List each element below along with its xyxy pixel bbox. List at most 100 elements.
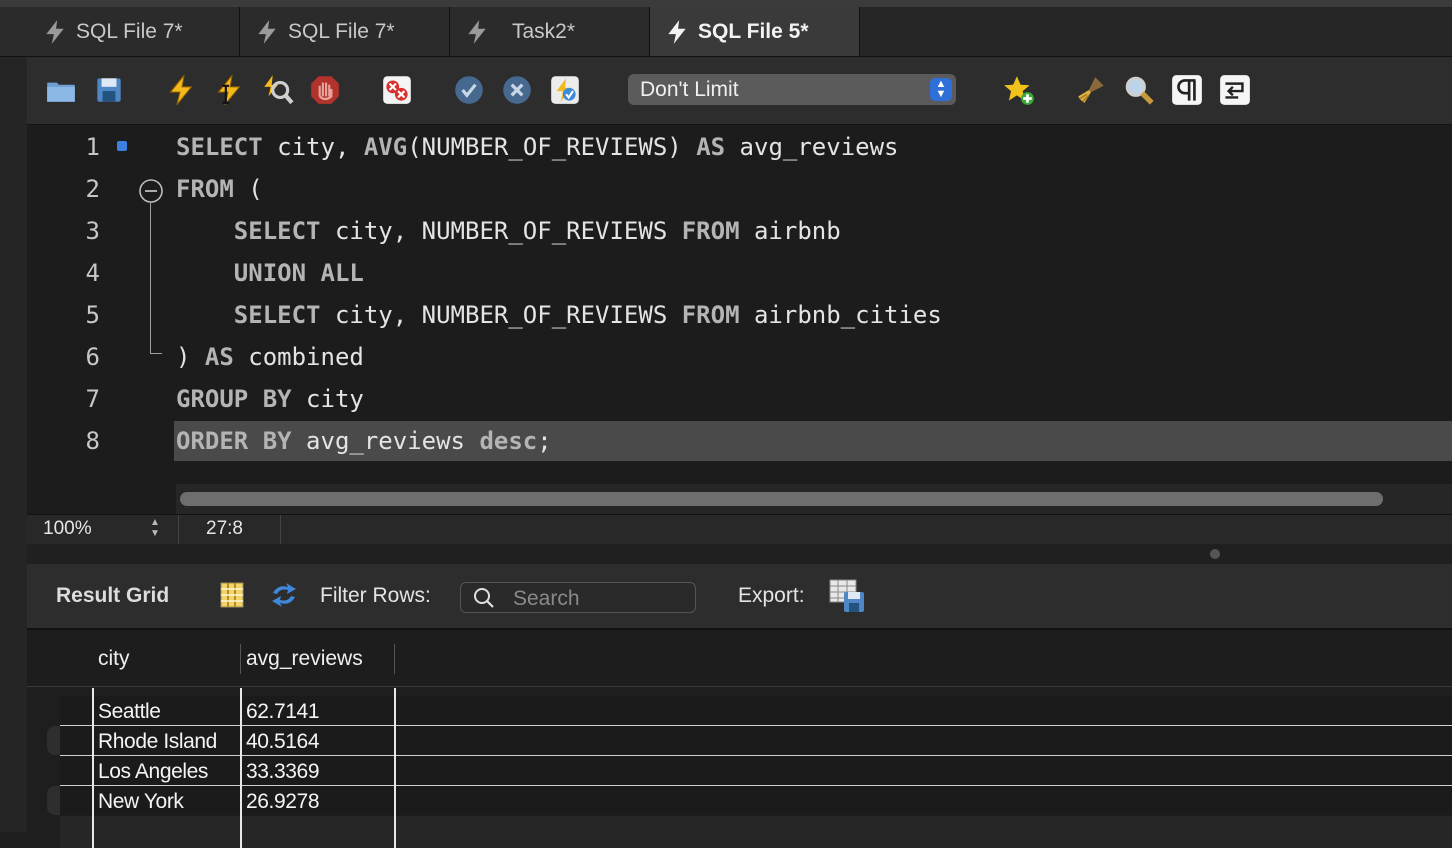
code-text: SELECT city, NUMBER_OF_REVIEWS FROM airb… (176, 294, 942, 336)
code-line[interactable]: 3 SELECT city, NUMBER_OF_REVIEWS FROM ai… (27, 210, 1452, 252)
limit-rows-select[interactable]: Don't Limit ▲ ▼ (628, 74, 956, 105)
lightning-icon (664, 19, 690, 45)
sql-text: city (291, 385, 364, 413)
filter-rows-search[interactable] (460, 582, 696, 613)
cell-avg-reviews[interactable]: 40.5164 (241, 726, 320, 755)
result-grid-title[interactable]: Result Grid (56, 584, 169, 608)
beautify-icon[interactable] (1074, 73, 1108, 107)
zoom-stepper[interactable]: ▲ ▼ (145, 517, 165, 541)
refresh-icon[interactable] (269, 580, 299, 610)
grid-layout-icon[interactable] (217, 580, 247, 610)
code-line[interactable]: 8 ORDER BY avg_reviews desc; (27, 420, 1452, 462)
table-row[interactable]: Rhode Island 40.5164 (60, 726, 1452, 756)
bookmark-icon[interactable] (1002, 73, 1036, 107)
tab-sql-file-7-b[interactable]: SQL File 7* (240, 7, 450, 56)
sql-text: (NUMBER_OF_REVIEWS) (407, 133, 697, 161)
sql-text: city, NUMBER_OF_REVIEWS (320, 301, 682, 329)
invisible-chars-icon[interactable] (1170, 73, 1204, 107)
sql-text: city, NUMBER_OF_REVIEWS (320, 217, 682, 245)
row-selector[interactable] (47, 726, 61, 755)
sql-text: avg_reviews (725, 133, 899, 161)
explain-icon[interactable] (260, 73, 294, 107)
rollback-icon[interactable] (500, 73, 534, 107)
code-line[interactable]: 5 SELECT city, NUMBER_OF_REVIEWS FROM ai… (27, 294, 1452, 336)
cell-city[interactable]: Rhode Island (93, 726, 217, 755)
fold-collapse-icon[interactable] (138, 178, 164, 204)
sql-text: combined (233, 343, 364, 371)
cell-city[interactable]: Seattle (93, 696, 161, 725)
sql-keyword: FROM (681, 301, 740, 329)
splitter-handle[interactable] (1210, 549, 1220, 559)
code-line[interactable]: 4 UNION ALL (27, 252, 1452, 294)
line-number: 4 (85, 259, 100, 287)
find-icon[interactable] (1122, 73, 1156, 107)
sql-keyword: SELECT (233, 217, 321, 245)
sql-keyword: AVG (363, 133, 408, 161)
tab-label: SQL File 7* (76, 19, 183, 43)
sql-text: airbnb_cities (739, 301, 942, 329)
column-header-city[interactable]: city (93, 644, 130, 688)
table-row[interactable]: Seattle 62.7141 (60, 696, 1452, 726)
line-number: 1 (85, 133, 100, 161)
sql-text: avg_reviews (291, 427, 480, 455)
line-number: 2 (85, 175, 100, 203)
result-grid[interactable]: city avg_reviews Seattle 62.7141 Rhode I… (27, 630, 1452, 848)
column-divider[interactable] (394, 644, 395, 674)
folder-icon[interactable] (44, 73, 78, 107)
sql-keyword: desc (479, 427, 538, 455)
export-icon[interactable] (828, 578, 866, 614)
sql-editor[interactable]: 1 SELECT city, AVG(NUMBER_OF_REVIEWS) AS … (27, 126, 1452, 514)
column-line (394, 688, 396, 848)
filter-rows-label: Filter Rows: (320, 584, 431, 607)
cell-city[interactable]: New York (93, 786, 184, 815)
code-text: UNION ALL (176, 252, 364, 294)
lightning-icon (42, 19, 68, 45)
cell-avg-reviews[interactable]: 26.9278 (241, 786, 320, 815)
lightning-icon (464, 19, 490, 45)
code-line[interactable]: 7 GROUP BY city (27, 378, 1452, 420)
status-divider (178, 515, 179, 545)
panel-splitter[interactable] (27, 544, 1452, 564)
commit-icon[interactable] (452, 73, 486, 107)
cell-avg-reviews[interactable]: 33.3369 (241, 756, 320, 785)
save-icon[interactable] (92, 73, 126, 107)
export-label: Export: (738, 584, 805, 607)
tab-bar: SQL File 7* SQL File 7* Task2* SQL File … (0, 0, 1452, 57)
tab-label: SQL File 7* (288, 19, 395, 43)
cell-avg-reviews[interactable]: 62.7141 (241, 696, 320, 725)
row-selector[interactable] (47, 786, 61, 815)
tab-label: SQL File 5* (698, 19, 809, 43)
sql-text: ( (233, 175, 263, 203)
code-line[interactable]: 6) AS combined (27, 336, 1452, 378)
autocommit-icon[interactable] (548, 73, 582, 107)
tab-sql-file-7-a[interactable]: SQL File 7* (0, 7, 240, 56)
stop-icon[interactable] (308, 73, 342, 107)
horizontal-scrollbar[interactable] (176, 484, 1452, 514)
left-panel-edge (0, 0, 27, 832)
line-number: 6 (85, 343, 100, 371)
cell-city[interactable]: Los Angeles (93, 756, 208, 785)
sql-keyword: GROUP BY (176, 385, 292, 413)
search-input[interactable] (511, 585, 690, 612)
code-line[interactable]: 2 FROM ( (27, 168, 1452, 210)
tab-sql-file-5[interactable]: SQL File 5* (650, 7, 860, 56)
wrap-lines-icon[interactable] (1218, 73, 1252, 107)
toggle-error-icon[interactable] (380, 73, 414, 107)
table-row[interactable]: Los Angeles 33.3369 (60, 756, 1452, 786)
execute-current-icon[interactable] (212, 73, 246, 107)
chevron-updown-icon: ▲ ▼ (930, 78, 952, 101)
statement-marker-icon[interactable] (116, 140, 128, 152)
table-row[interactable]: New York 26.9278 (60, 786, 1452, 815)
column-line (240, 688, 242, 848)
scrollbar-thumb[interactable] (180, 492, 1383, 506)
sql-keyword: ORDER BY (176, 427, 292, 455)
sql-keyword: AS (696, 133, 726, 161)
code-line[interactable]: 1 SELECT city, AVG(NUMBER_OF_REVIEWS) AS … (27, 126, 1452, 168)
column-header-avg-reviews[interactable]: avg_reviews (241, 644, 363, 688)
execute-icon[interactable] (164, 73, 198, 107)
grid-header: city avg_reviews (27, 630, 1452, 687)
limit-rows-value: Don't Limit (640, 77, 739, 101)
tab-task2[interactable]: Task2* (450, 7, 650, 56)
